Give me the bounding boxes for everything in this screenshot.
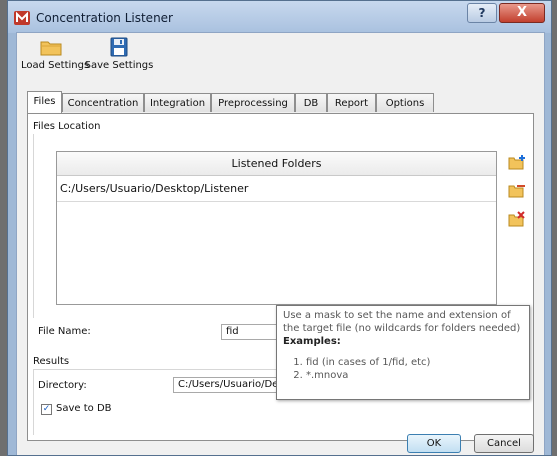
folder-icon (40, 41, 62, 56)
close-button[interactable]: X (499, 3, 545, 23)
tab-db[interactable]: DB (295, 93, 327, 112)
save-to-db-checkbox[interactable]: ✓ (41, 404, 52, 415)
app-logo-icon (14, 11, 30, 25)
save-to-db-label: Save to DB (56, 403, 112, 414)
window-title: Concentration Listener (36, 11, 173, 25)
add-folder-icon[interactable] (508, 154, 526, 170)
load-settings-label: Load Settings (21, 60, 90, 71)
tab-concentration[interactable]: Concentration (62, 93, 144, 112)
file-name-tooltip: Use a mask to set the name and extension… (276, 305, 530, 400)
floppy-disk-icon (110, 37, 128, 57)
cancel-button[interactable]: Cancel (474, 434, 534, 453)
title-bar[interactable]: Concentration Listener ? X (8, 1, 551, 33)
tooltip-examples-label: Examples: (283, 336, 341, 347)
results-title: Results (33, 356, 70, 367)
ok-button[interactable]: OK (407, 434, 461, 453)
file-name-value: fid (226, 326, 239, 337)
tab-integration[interactable]: Integration (144, 93, 211, 112)
tooltip-example-item: *.mnova (306, 369, 523, 382)
tooltip-examples-list: fid (in cases of 1/fid, etc) *.mnova (283, 356, 523, 382)
table-row[interactable]: C:/Users/Usuario/Desktop/Listener (57, 176, 496, 202)
tab-files[interactable]: Files (27, 91, 62, 113)
tooltip-example-item: fid (in cases of 1/fid, etc) (306, 356, 523, 369)
listened-folders-table: Listened Folders C:/Users/Usuario/Deskto… (56, 151, 497, 305)
tab-options[interactable]: Options (376, 93, 434, 112)
tab-report[interactable]: Report (327, 93, 376, 112)
tab-preprocessing[interactable]: Preprocessing (211, 93, 295, 112)
edit-folder-icon[interactable] (508, 182, 526, 198)
files-location-title: Files Location (33, 121, 101, 132)
load-settings-button[interactable]: Load Settings (21, 37, 90, 71)
save-settings-button[interactable]: Save Settings (83, 37, 155, 71)
table-header: Listened Folders (57, 152, 496, 176)
tooltip-text: Use a mask to set the name and extension… (283, 310, 521, 334)
help-button[interactable]: ? (467, 3, 497, 23)
file-name-label: File Name: (38, 326, 91, 337)
remove-folder-icon[interactable] (508, 211, 526, 227)
directory-label: Directory: (38, 380, 87, 391)
save-settings-label: Save Settings (84, 60, 154, 71)
